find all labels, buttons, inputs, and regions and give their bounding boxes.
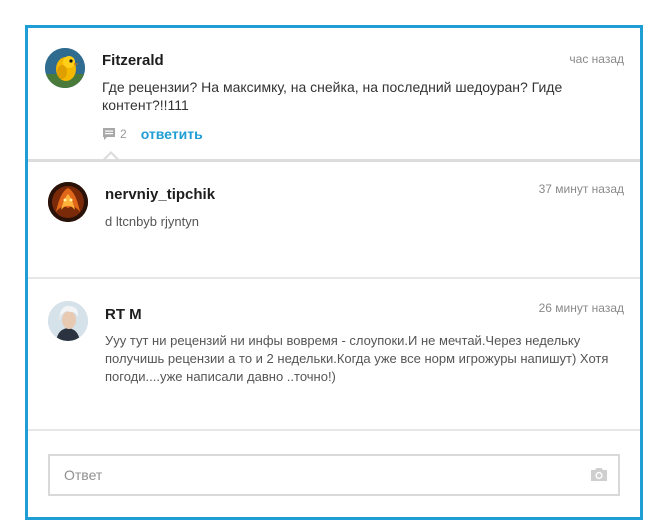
comment-bubble-icon — [103, 128, 115, 140]
reply-input[interactable] — [50, 456, 584, 494]
comments-panel: Fitzerald час назад Где рецензии? На мак… — [25, 25, 643, 520]
comment-divider — [28, 429, 640, 431]
comment-text: d ltcnbyb rjyntyn — [105, 214, 199, 229]
comment-text: Ууу тут ни рецензий ни инфы вовремя - сл… — [105, 333, 609, 384]
comment-actions: 2 ответить — [102, 126, 203, 142]
fire-dragon-avatar-icon — [48, 182, 88, 222]
comment-author[interactable]: RT M — [105, 306, 142, 323]
yellow-bird-avatar-icon — [45, 48, 85, 88]
comment-item: RT M 26 минут назад Ууу тут ни рецензий … — [28, 279, 640, 429]
comment-item: nervniy_tipchik 37 минут назад d ltcnbyb… — [28, 162, 640, 277]
comment-item: Fitzerald час назад Где рецензии? На мак… — [28, 28, 640, 159]
comment-timestamp: 37 минут назад — [538, 182, 624, 196]
comment-timestamp: час назад — [569, 52, 624, 66]
reply-input-box — [48, 454, 620, 496]
reply-count[interactable]: 2 — [120, 127, 127, 141]
reply-button[interactable]: ответить — [141, 126, 203, 142]
avatar[interactable] — [45, 48, 85, 88]
white-hair-character-avatar-icon — [48, 301, 88, 341]
camera-icon[interactable] — [590, 466, 608, 482]
comment-timestamp: 26 минут назад — [538, 301, 624, 315]
avatar[interactable] — [48, 301, 88, 341]
comment-text: Где рецензии? На максимку, на снейка, на… — [102, 79, 563, 113]
comment-author[interactable]: nervniy_tipchik — [105, 186, 215, 203]
avatar[interactable] — [48, 182, 88, 222]
comment-author[interactable]: Fitzerald — [102, 52, 164, 69]
